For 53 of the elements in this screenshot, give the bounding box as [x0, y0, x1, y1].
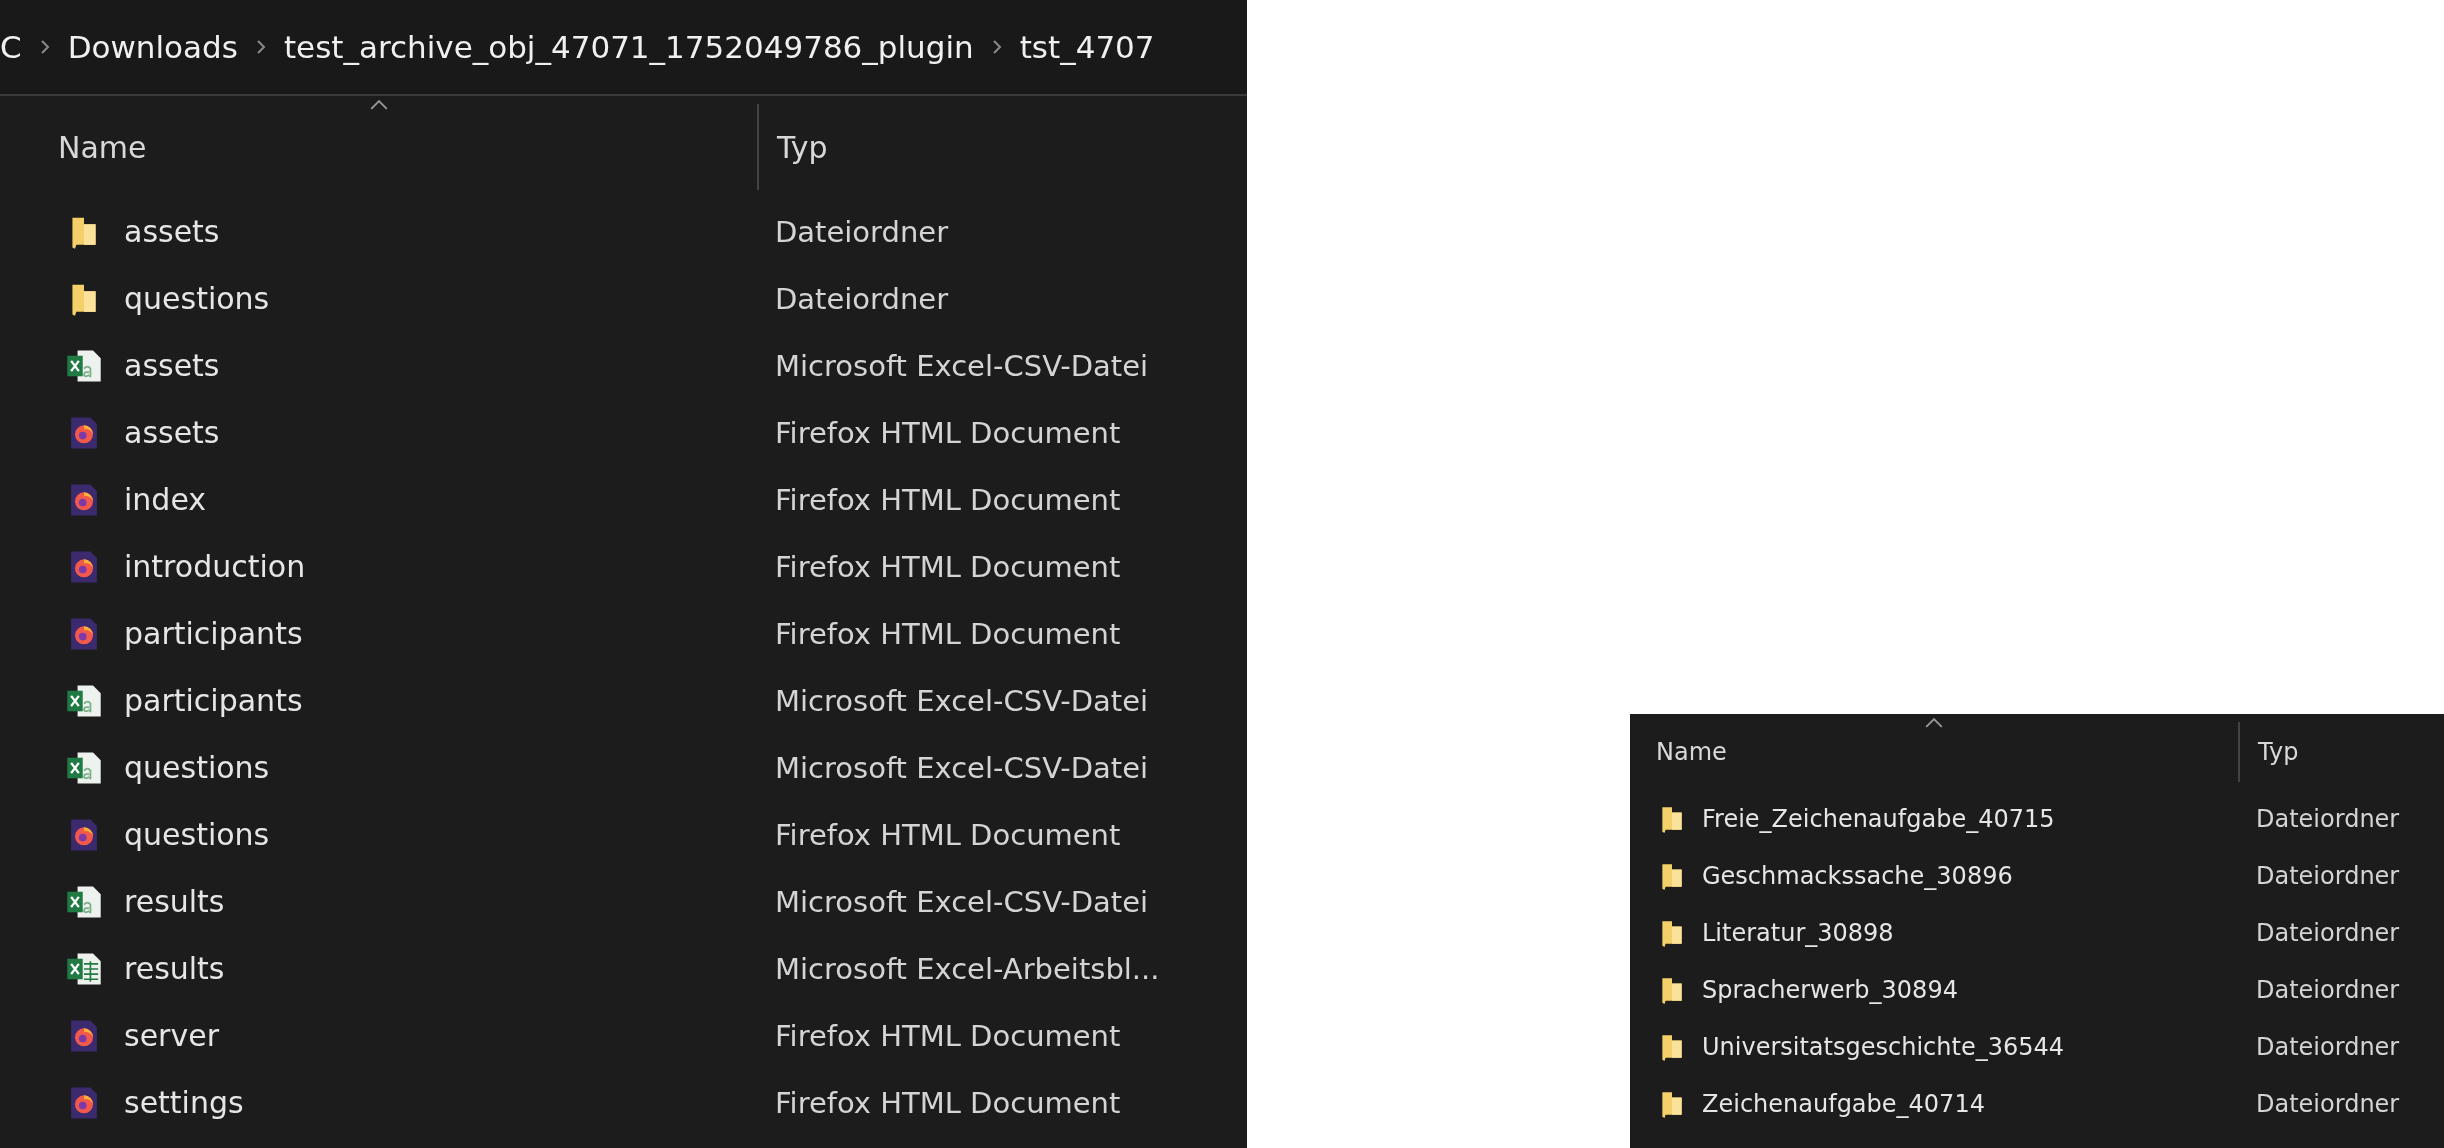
file-type: Microsoft Excel-CSV-Datei: [774, 750, 1150, 785]
sort-caret-icon: [368, 100, 389, 110]
file-type: Dateiordner: [2255, 1032, 2401, 1061]
breadcrumb-item[interactable]: test_archive_obj_47071_1752049786_plugin: [283, 29, 974, 65]
breadcrumb-item[interactable]: C: [0, 29, 22, 65]
file-type: Firefox HTML Document: [774, 549, 1122, 584]
file-type: Dateiordner: [774, 214, 950, 249]
file-type: Dateiordner: [2255, 861, 2401, 890]
file-name[interactable]: questions: [124, 750, 270, 785]
file-type: Firefox HTML Document: [774, 482, 1122, 517]
column-header[interactable]: Name: [0, 96, 757, 198]
file-name[interactable]: settings: [124, 1085, 244, 1120]
column-header[interactable]: Name: [1630, 714, 2238, 790]
breadcrumb-item[interactable]: tst_4707: [1019, 29, 1155, 65]
file-type: Microsoft Excel-CSV-Datei: [774, 348, 1150, 383]
file-name[interactable]: Zeichenaufgabe_40714: [1702, 1089, 1985, 1118]
sort-caret-icon: [1924, 718, 1944, 728]
file-type: Dateiordner: [2255, 918, 2401, 947]
file-name[interactable]: server: [124, 1018, 219, 1053]
file-name[interactable]: assets: [124, 415, 220, 450]
file-type: Firefox HTML Document: [774, 817, 1122, 852]
file-type: Microsoft Excel-CSV-Datei: [774, 884, 1150, 919]
file-name[interactable]: results: [124, 951, 225, 986]
file-name[interactable]: Spracherwerb_30894: [1702, 975, 1958, 1004]
file-name[interactable]: assets: [124, 348, 220, 383]
file-type: Dateiordner: [2255, 1089, 2401, 1118]
file-type: Microsoft Excel-CSV-Datei: [774, 683, 1150, 718]
column-header[interactable]: Typ: [2238, 722, 2444, 782]
chevron-icon: [255, 39, 266, 55]
file-name[interactable]: questions: [124, 817, 270, 852]
file-type: Firefox HTML Document: [774, 616, 1122, 651]
file-type: Dateiordner: [2255, 804, 2401, 833]
file-name[interactable]: Freie_Zeichenaufgabe_40715: [1702, 804, 2055, 833]
breadcrumb-item[interactable]: Downloads: [67, 29, 238, 65]
file-name[interactable]: Universitatsgeschichte_36544: [1702, 1032, 2064, 1061]
chevron-icon: [991, 39, 1002, 55]
file-name[interactable]: results: [124, 884, 225, 919]
file-type: Dateiordner: [774, 281, 950, 316]
file-name[interactable]: participants: [124, 683, 303, 718]
file-type: Dateiordner: [2255, 975, 2401, 1004]
file-name[interactable]: participants: [124, 616, 303, 651]
file-name[interactable]: questions: [124, 281, 270, 316]
file-type: Firefox HTML Document: [774, 1018, 1122, 1053]
file-name[interactable]: introduction: [124, 549, 306, 584]
file-name[interactable]: assets: [124, 214, 220, 249]
chevron-icon: [39, 39, 50, 55]
file-type: Firefox HTML Document: [774, 1085, 1122, 1120]
file-type: Firefox HTML Document: [774, 415, 1122, 450]
file-name[interactable]: Geschmackssache_30896: [1702, 861, 2013, 890]
file-type: Microsoft Excel-Arbeitsbl...: [774, 951, 1161, 986]
file-name[interactable]: Literatur_30898: [1702, 918, 1894, 947]
file-name[interactable]: index: [124, 482, 207, 517]
column-header[interactable]: Typ: [757, 104, 1247, 190]
